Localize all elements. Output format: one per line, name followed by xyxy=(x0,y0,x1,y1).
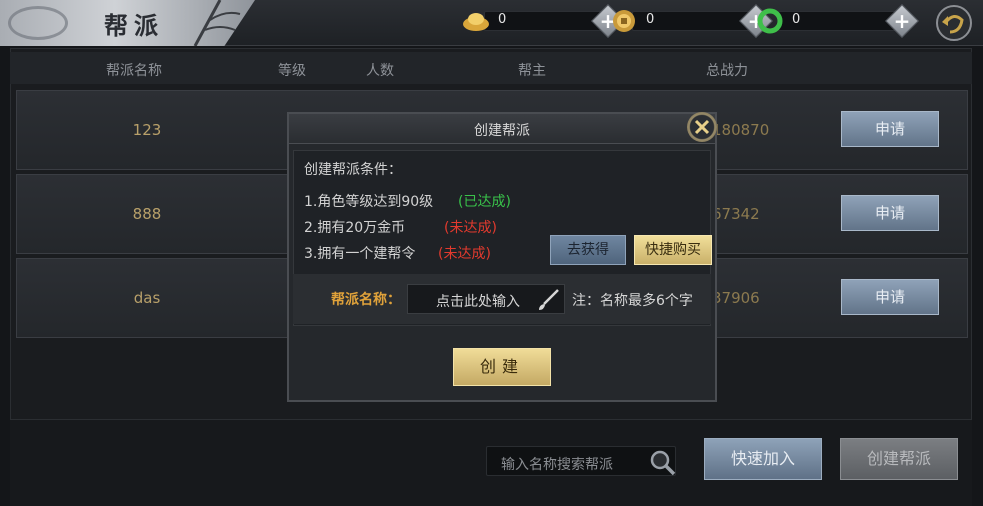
create-button[interactable]: 创建 xyxy=(453,348,551,386)
apply-button[interactable]: 申请 xyxy=(841,195,939,231)
table-header: 帮派名称 等级 人数 帮主 总战力 xyxy=(10,52,972,84)
cloud-ornament-icon xyxy=(8,6,68,40)
guild-name-input-text: 点击此处输入 xyxy=(436,294,520,310)
guild-name-input[interactable]: 点击此处输入 xyxy=(407,284,565,314)
dialog-title: 创建帮派 xyxy=(474,123,530,139)
conditions-title: 创建帮派条件： xyxy=(304,162,402,178)
close-icon[interactable] xyxy=(687,112,717,142)
apply-button[interactable]: 申请 xyxy=(841,111,939,147)
column-level: 等级 xyxy=(278,63,306,79)
guild-power: 37906 xyxy=(712,289,760,307)
condition-2-status: (未达成) xyxy=(444,220,497,236)
guild-name: 123 xyxy=(132,121,162,139)
apply-button[interactable]: 申请 xyxy=(841,279,939,315)
search-placeholder: 输入名称搜索帮派 xyxy=(501,457,613,473)
create-guild-dialog: 创建帮派 创建帮派条件： 1.角色等级达到90级 (已达成) 2.拥有20万金币… xyxy=(287,112,717,402)
guild-name-hint: 注：名称最多6个字 xyxy=(572,293,693,309)
condition-1: 1.角色等级达到90级 xyxy=(304,194,434,210)
guild-power: 67342 xyxy=(712,205,760,223)
back-icon[interactable] xyxy=(930,4,974,42)
resource-coin: 0 + xyxy=(610,4,773,38)
search-input[interactable]: 输入名称搜索帮派 xyxy=(486,446,676,476)
search-icon[interactable] xyxy=(647,447,677,477)
brush-icon xyxy=(539,289,559,310)
create-guild-button[interactable]: 创建帮派 xyxy=(840,438,958,480)
guild-power: 180870 xyxy=(712,121,770,139)
add-jade-button[interactable]: + xyxy=(885,4,919,38)
condition-1-status: (已达成) xyxy=(458,194,511,210)
dialog-header: 创建帮派 xyxy=(289,114,715,144)
column-members: 人数 xyxy=(366,63,394,79)
quick-join-button[interactable]: 快速加入 xyxy=(704,438,822,480)
resource-jade: 0 + xyxy=(756,4,919,38)
go-get-button[interactable]: 去获得 xyxy=(550,235,626,265)
column-guild-name: 帮派名称 xyxy=(106,63,162,79)
top-bar: 帮派 0 + 0 + 0 + xyxy=(0,0,983,46)
page-title: 帮派 xyxy=(104,11,164,40)
column-leader: 帮主 xyxy=(518,63,546,79)
jade-value: 0 xyxy=(792,12,801,27)
quick-buy-button[interactable]: 快捷购买 xyxy=(634,235,712,265)
gold-ingot-icon xyxy=(463,13,489,31)
bamboo-ornament-icon xyxy=(193,0,241,46)
condition-2: 2.拥有20万金币 xyxy=(304,220,406,236)
column-total-power: 总战力 xyxy=(706,63,748,79)
condition-3-status: (未达成) xyxy=(438,246,491,262)
resource-gold: 0 + xyxy=(462,4,625,38)
gold-value: 0 xyxy=(498,12,507,27)
condition-3: 3.拥有一个建帮令 xyxy=(304,246,416,262)
guild-name-row: 帮派名称： 点击此处输入 注：名称最多6个字 xyxy=(293,274,711,324)
guild-name: das xyxy=(133,289,161,307)
coin-value: 0 xyxy=(646,12,655,27)
guild-name-label: 帮派名称： xyxy=(331,292,401,308)
jade-icon xyxy=(757,8,783,34)
coin-icon xyxy=(613,10,635,32)
guild-name: 888 xyxy=(132,205,162,223)
